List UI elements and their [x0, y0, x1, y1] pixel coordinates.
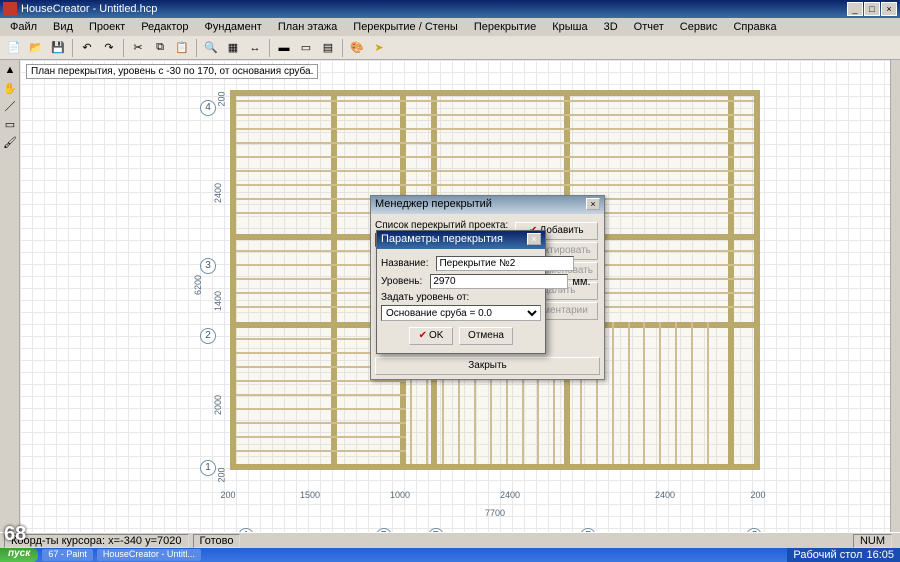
menu-walls[interactable]: Перекрытие / Стены [347, 19, 464, 35]
left-toolbar: ▲ ✋ ／ ▭ 🖌 [0, 60, 20, 540]
new-icon[interactable]: 📄 [4, 38, 24, 58]
dialog-titlebar[interactable]: Менеджер перекрытий × [371, 196, 604, 214]
taskbar-item-app[interactable]: HouseCreator - Untitl... [97, 549, 201, 561]
line-icon[interactable]: ／ [2, 98, 18, 114]
copy-icon[interactable]: ⧉ [150, 38, 170, 58]
menu-project[interactable]: Проект [83, 19, 131, 35]
watermark-number: 68 [4, 523, 26, 546]
brush-icon[interactable]: 🖌 [2, 134, 18, 150]
grid-row-3: 3 [200, 258, 216, 274]
redo-icon[interactable]: ↷ [99, 38, 119, 58]
separator [72, 39, 73, 57]
dim-h2: 1000 [370, 490, 430, 500]
taskbar-item-paint[interactable]: 67 - Paint [42, 549, 93, 561]
save-icon[interactable]: 💾 [48, 38, 68, 58]
grid-row-2: 2 [200, 328, 216, 344]
ok-button[interactable]: OK [409, 327, 453, 345]
cut-icon[interactable]: ✂ [128, 38, 148, 58]
menu-3d[interactable]: 3D [598, 19, 624, 35]
start-button[interactable]: пуск [0, 548, 38, 562]
status-bar: Коорд-ты курсора: x=-340 y=7020 Готово N… [0, 532, 900, 548]
ceiling-params-dialog: Параметры перекрытия × Название: Уровень… [376, 230, 546, 354]
menu-roof[interactable]: Крыша [546, 19, 593, 35]
separator [123, 39, 124, 57]
open-icon[interactable]: 📂 [26, 38, 46, 58]
tray-desktop-label: Рабочий стол [793, 549, 862, 561]
dim-h4: 2400 [590, 490, 740, 500]
separator [196, 39, 197, 57]
system-tray[interactable]: Рабочий стол 16:05 [787, 548, 900, 562]
cursor-coords: Коорд-ты курсора: x=-340 y=7020 [4, 534, 189, 548]
level-label: Уровень: [381, 276, 422, 287]
vertical-scrollbar[interactable] [890, 60, 900, 540]
color-icon[interactable]: 🎨 [347, 38, 367, 58]
wall-icon[interactable]: ▬ [274, 38, 294, 58]
grid-icon[interactable]: ▦ [223, 38, 243, 58]
dialog-close-icon[interactable]: × [586, 198, 600, 210]
menu-ceiling[interactable]: Перекрытие [468, 19, 542, 35]
menu-floor-plan[interactable]: План этажа [272, 19, 343, 35]
titlebar: HouseCreator - Untitled.hcp _ □ × [0, 0, 900, 18]
undo-icon[interactable]: ↶ [77, 38, 97, 58]
menu-editor[interactable]: Редактор [135, 19, 194, 35]
beam-icon[interactable]: ▭ [296, 38, 316, 58]
dialog-title: Менеджер перекрытий [375, 198, 492, 212]
menubar: Файл Вид Проект Редактор Фундамент План … [0, 18, 900, 36]
status-ready: Готово [193, 534, 241, 548]
minimize-button[interactable]: _ [847, 2, 863, 16]
window-title: HouseCreator - Untitled.hcp [21, 3, 847, 15]
close-button[interactable]: × [881, 2, 897, 16]
numlock-indicator: NUM [853, 534, 892, 548]
dialog-title: Параметры перекрытия [381, 233, 503, 247]
from-label: Задать уровень от: [381, 292, 541, 303]
pointer-icon[interactable]: ▲ [2, 62, 18, 78]
menu-report[interactable]: Отчет [628, 19, 670, 35]
zoom-icon[interactable]: 🔍 [201, 38, 221, 58]
dim-icon[interactable]: ↔ [245, 38, 265, 58]
dim-v3: 2400 [213, 183, 223, 203]
dim-vtotal: 6200 [193, 275, 203, 295]
level-input[interactable] [430, 274, 568, 289]
dim-v4: 200 [217, 91, 227, 106]
level-from-select[interactable]: Основание сруба = 0.0 [381, 305, 541, 321]
dim-h1: 1500 [260, 490, 360, 500]
app-icon [3, 2, 17, 16]
grid-row-1: 1 [200, 460, 216, 476]
cursor-icon[interactable]: ➤ [369, 38, 389, 58]
name-label: Название: [381, 258, 428, 269]
close-button[interactable]: Закрыть [375, 357, 600, 375]
menu-help[interactable]: Справка [727, 19, 782, 35]
dim-htotal: 7700 [230, 508, 760, 518]
maximize-button[interactable]: □ [864, 2, 880, 16]
canvas-info-label: План перекрытия, уровень с -30 по 170, о… [26, 64, 318, 79]
hand-icon[interactable]: ✋ [2, 80, 18, 96]
dialog-titlebar[interactable]: Параметры перекрытия × [377, 231, 545, 249]
menu-view[interactable]: Вид [47, 19, 79, 35]
grid-row-4: 4 [200, 100, 216, 116]
dim-v2: 1400 [213, 291, 223, 311]
dim-h3: 2400 [440, 490, 580, 500]
menu-service[interactable]: Сервис [674, 19, 724, 35]
dim-h5: 200 [750, 490, 766, 500]
unit-label: мм. [572, 276, 590, 288]
toolbar: 📄 📂 💾 ↶ ↷ ✂ ⧉ 📋 🔍 ▦ ↔ ▬ ▭ ▤ 🎨 ➤ [0, 36, 900, 60]
menu-foundation[interactable]: Фундамент [199, 19, 268, 35]
taskbar: пуск 67 - Paint HouseCreator - Untitl...… [0, 548, 900, 562]
dim-v1: 2000 [213, 395, 223, 415]
dialog-close-icon[interactable]: × [527, 233, 541, 245]
paste-icon[interactable]: 📋 [172, 38, 192, 58]
rect-icon[interactable]: ▭ [2, 116, 18, 132]
dim-v0: 200 [217, 467, 227, 482]
separator [342, 39, 343, 57]
name-input[interactable] [436, 256, 574, 271]
separator [269, 39, 270, 57]
cancel-button[interactable]: Отмена [459, 327, 513, 345]
menu-file[interactable]: Файл [4, 19, 43, 35]
tray-clock: 16:05 [866, 549, 894, 561]
floor-icon[interactable]: ▤ [318, 38, 338, 58]
dim-h0: 200 [220, 490, 236, 500]
